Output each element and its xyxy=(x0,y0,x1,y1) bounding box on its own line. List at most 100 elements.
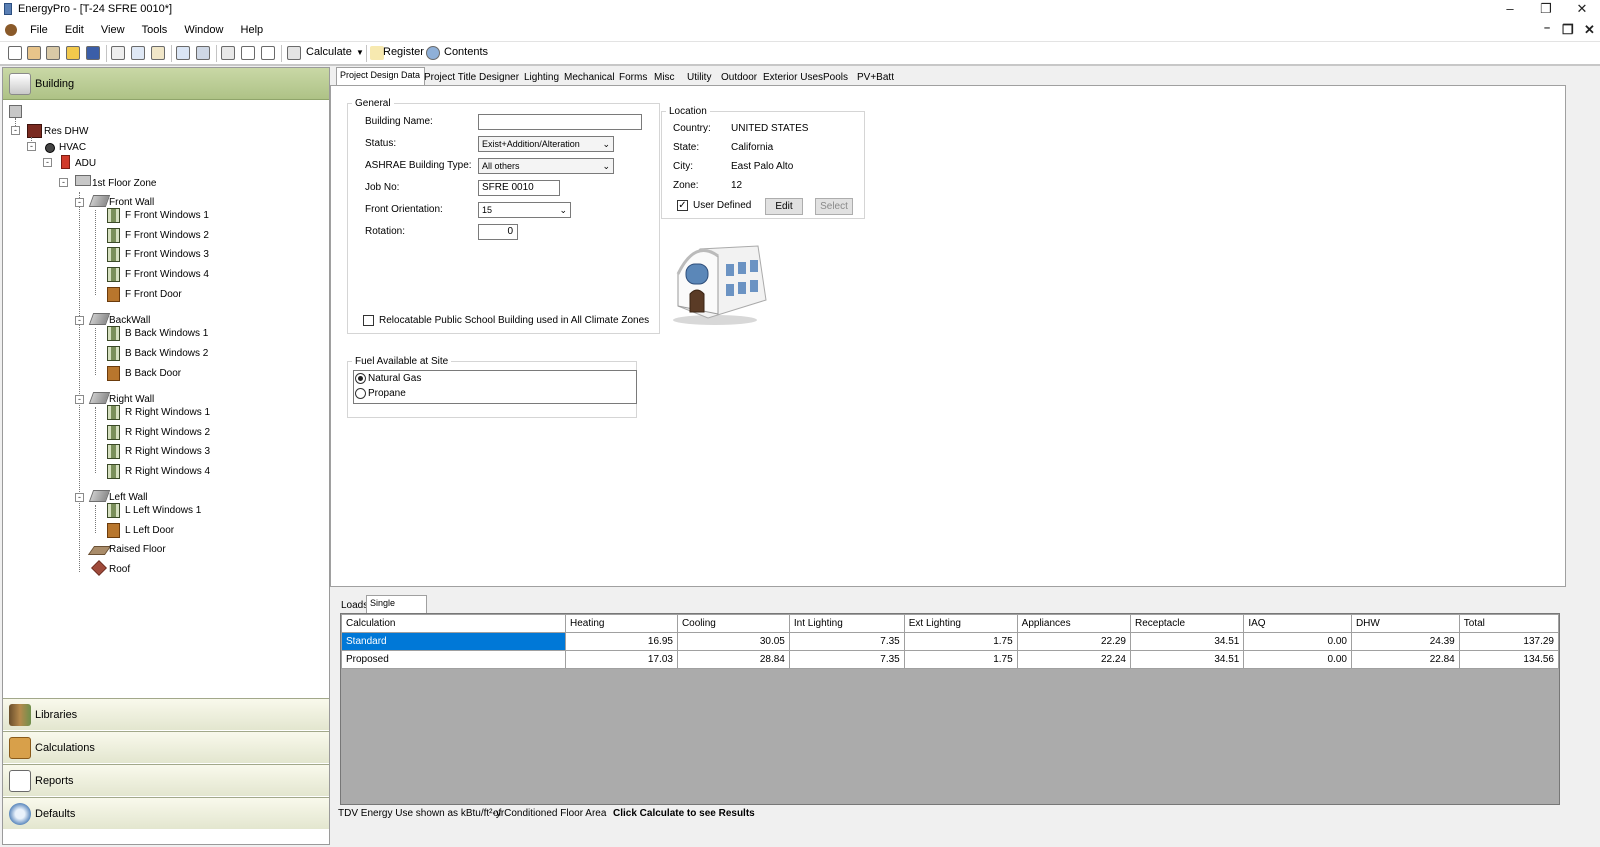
menu-window[interactable]: Window xyxy=(177,20,230,41)
tab-forms[interactable]: Forms xyxy=(614,69,652,86)
column-header[interactable]: Total xyxy=(1458,614,1560,633)
relocatable-checkbox[interactable] xyxy=(363,315,374,326)
mdi-restore-icon[interactable]: ❐ xyxy=(1562,22,1574,38)
register-icon[interactable] xyxy=(370,46,384,60)
undo-icon[interactable] xyxy=(176,46,190,60)
menu-view[interactable]: View xyxy=(94,20,132,41)
tree-item[interactable]: F Front Windows 2 xyxy=(125,229,209,243)
rotation-field[interactable]: 0 xyxy=(478,224,518,240)
table-row[interactable]: Proposed 17.03 28.84 7.35 1.75 22.24 34.… xyxy=(340,650,1560,669)
tab-project-title[interactable]: Project Title xyxy=(419,69,481,86)
tree-item[interactable]: L Left Door xyxy=(125,524,174,538)
new-icon[interactable] xyxy=(8,46,22,60)
copy-icon[interactable] xyxy=(131,46,145,60)
column-header[interactable]: Appliances xyxy=(1016,614,1131,633)
column-header[interactable]: IAQ xyxy=(1243,614,1352,633)
collapse-toggle[interactable]: - xyxy=(59,178,68,187)
mdi-close-icon[interactable]: ✕ xyxy=(1584,22,1595,38)
ashrae-select[interactable]: All others ⌄ xyxy=(478,158,614,174)
tree-raised-floor[interactable]: Raised Floor xyxy=(109,543,166,557)
calculate-button[interactable]: Calculate xyxy=(306,46,352,58)
tree-item[interactable]: B Back Windows 2 xyxy=(125,347,208,361)
print-icon[interactable] xyxy=(221,46,235,60)
tree-adu[interactable]: ADU xyxy=(75,157,96,171)
paste-icon[interactable] xyxy=(151,46,165,60)
table-row[interactable]: Standard 16.95 30.05 7.35 1.75 22.29 34.… xyxy=(340,632,1560,651)
column-header[interactable]: Ext Lighting xyxy=(903,614,1018,633)
collapse-toggle[interactable]: - xyxy=(27,142,36,151)
save-icon[interactable] xyxy=(86,46,100,60)
tree-item[interactable]: R Right Windows 4 xyxy=(125,465,210,479)
collapse-toggle[interactable]: - xyxy=(75,493,84,502)
tab-outdoor[interactable]: Outdoor xyxy=(716,69,762,86)
menu-edit[interactable]: Edit xyxy=(58,20,91,41)
home-icon[interactable] xyxy=(27,46,41,60)
collapse-toggle[interactable]: - xyxy=(11,126,20,135)
collapse-toggle[interactable]: - xyxy=(75,316,84,325)
column-header[interactable]: Calculation xyxy=(340,614,567,633)
propane-radio[interactable] xyxy=(355,388,366,399)
contents-button[interactable]: Contents xyxy=(444,46,488,58)
calculate-dropdown-icon[interactable]: ▼ xyxy=(356,48,364,57)
help-contents-icon[interactable] xyxy=(426,46,440,60)
tab-pv-batt[interactable]: PV+Batt xyxy=(852,69,899,86)
building-name-field[interactable] xyxy=(478,114,642,130)
calculator-icon[interactable] xyxy=(287,46,301,60)
tree-item[interactable]: L Left Windows 1 xyxy=(125,504,201,518)
tree-item[interactable]: R Right Windows 1 xyxy=(125,406,210,420)
nav-libraries[interactable]: Libraries xyxy=(3,698,329,730)
tab-designer[interactable]: Designer xyxy=(474,69,524,86)
tab-title24-performance[interactable]: Single Family Title 24 Performance xyxy=(366,595,427,650)
print-preview-icon[interactable] xyxy=(241,46,255,60)
close-icon[interactable]: ✕ xyxy=(1564,0,1600,20)
tree-item[interactable]: F Front Windows 4 xyxy=(125,268,209,282)
column-header[interactable]: Receptacle xyxy=(1129,614,1245,633)
job-no-field[interactable]: SFRE 0010 xyxy=(478,180,560,196)
nav-reports[interactable]: Reports xyxy=(3,764,329,796)
tab-project-design-data[interactable]: Project Design Data xyxy=(336,67,426,86)
tree-item[interactable]: R Right Windows 3 xyxy=(125,445,210,459)
tree-item[interactable]: R Right Windows 2 xyxy=(125,426,210,440)
collapse-toggle[interactable]: - xyxy=(75,198,84,207)
tree-item[interactable]: B Back Windows 1 xyxy=(125,327,208,341)
orientation-select[interactable]: 15 ⌄ xyxy=(478,202,571,218)
tree-item[interactable]: F Front Windows 3 xyxy=(125,248,209,262)
status-select[interactable]: Exist+Addition/Alteration ⌄ xyxy=(478,136,614,152)
natural-gas-radio[interactable] xyxy=(355,373,366,384)
edit-button[interactable]: Edit xyxy=(765,198,803,215)
tab-lighting[interactable]: Lighting xyxy=(519,69,564,86)
register-button[interactable]: Register xyxy=(383,46,424,58)
mdi-minimize-icon[interactable]: – xyxy=(1544,22,1550,34)
find-icon[interactable] xyxy=(196,46,210,60)
building-nav-header[interactable]: Building xyxy=(3,68,329,100)
tree-res-dhw[interactable]: Res DHW xyxy=(44,125,88,139)
tab-misc[interactable]: Misc xyxy=(649,69,680,86)
tree-item[interactable]: B Back Door xyxy=(125,367,181,381)
menu-help[interactable]: Help xyxy=(234,20,271,41)
column-header[interactable]: Heating xyxy=(565,614,678,633)
cut-icon[interactable] xyxy=(111,46,125,60)
column-header[interactable]: Cooling xyxy=(676,614,790,633)
open-folder-icon[interactable] xyxy=(66,46,80,60)
collapse-toggle[interactable]: - xyxy=(43,158,52,167)
tree-hvac[interactable]: HVAC xyxy=(59,141,86,155)
building-icon[interactable] xyxy=(46,46,60,60)
tab-pools[interactable]: Pools xyxy=(818,69,853,86)
tree-item[interactable]: F Front Door xyxy=(125,288,182,302)
tree-1st-floor-zone[interactable]: 1st Floor Zone xyxy=(92,177,156,191)
select-button[interactable]: Select xyxy=(815,198,853,215)
tree-roof[interactable]: Roof xyxy=(109,563,130,577)
collapse-toggle[interactable]: - xyxy=(75,395,84,404)
document-icon[interactable] xyxy=(5,24,17,37)
zoom-icon[interactable] xyxy=(261,46,275,60)
nav-defaults[interactable]: Defaults xyxy=(3,797,329,829)
row-label[interactable]: Proposed xyxy=(340,650,567,669)
nav-calculations[interactable]: Calculations xyxy=(3,731,329,763)
column-header[interactable]: Int Lighting xyxy=(788,614,905,633)
row-label[interactable]: Standard xyxy=(340,632,567,651)
user-defined-checkbox[interactable]: ✓ xyxy=(677,200,688,211)
column-header[interactable]: DHW xyxy=(1350,614,1460,633)
tree-item[interactable]: F Front Windows 1 xyxy=(125,209,209,223)
menu-tools[interactable]: Tools xyxy=(135,20,175,41)
tab-mechanical[interactable]: Mechanical xyxy=(559,69,620,86)
